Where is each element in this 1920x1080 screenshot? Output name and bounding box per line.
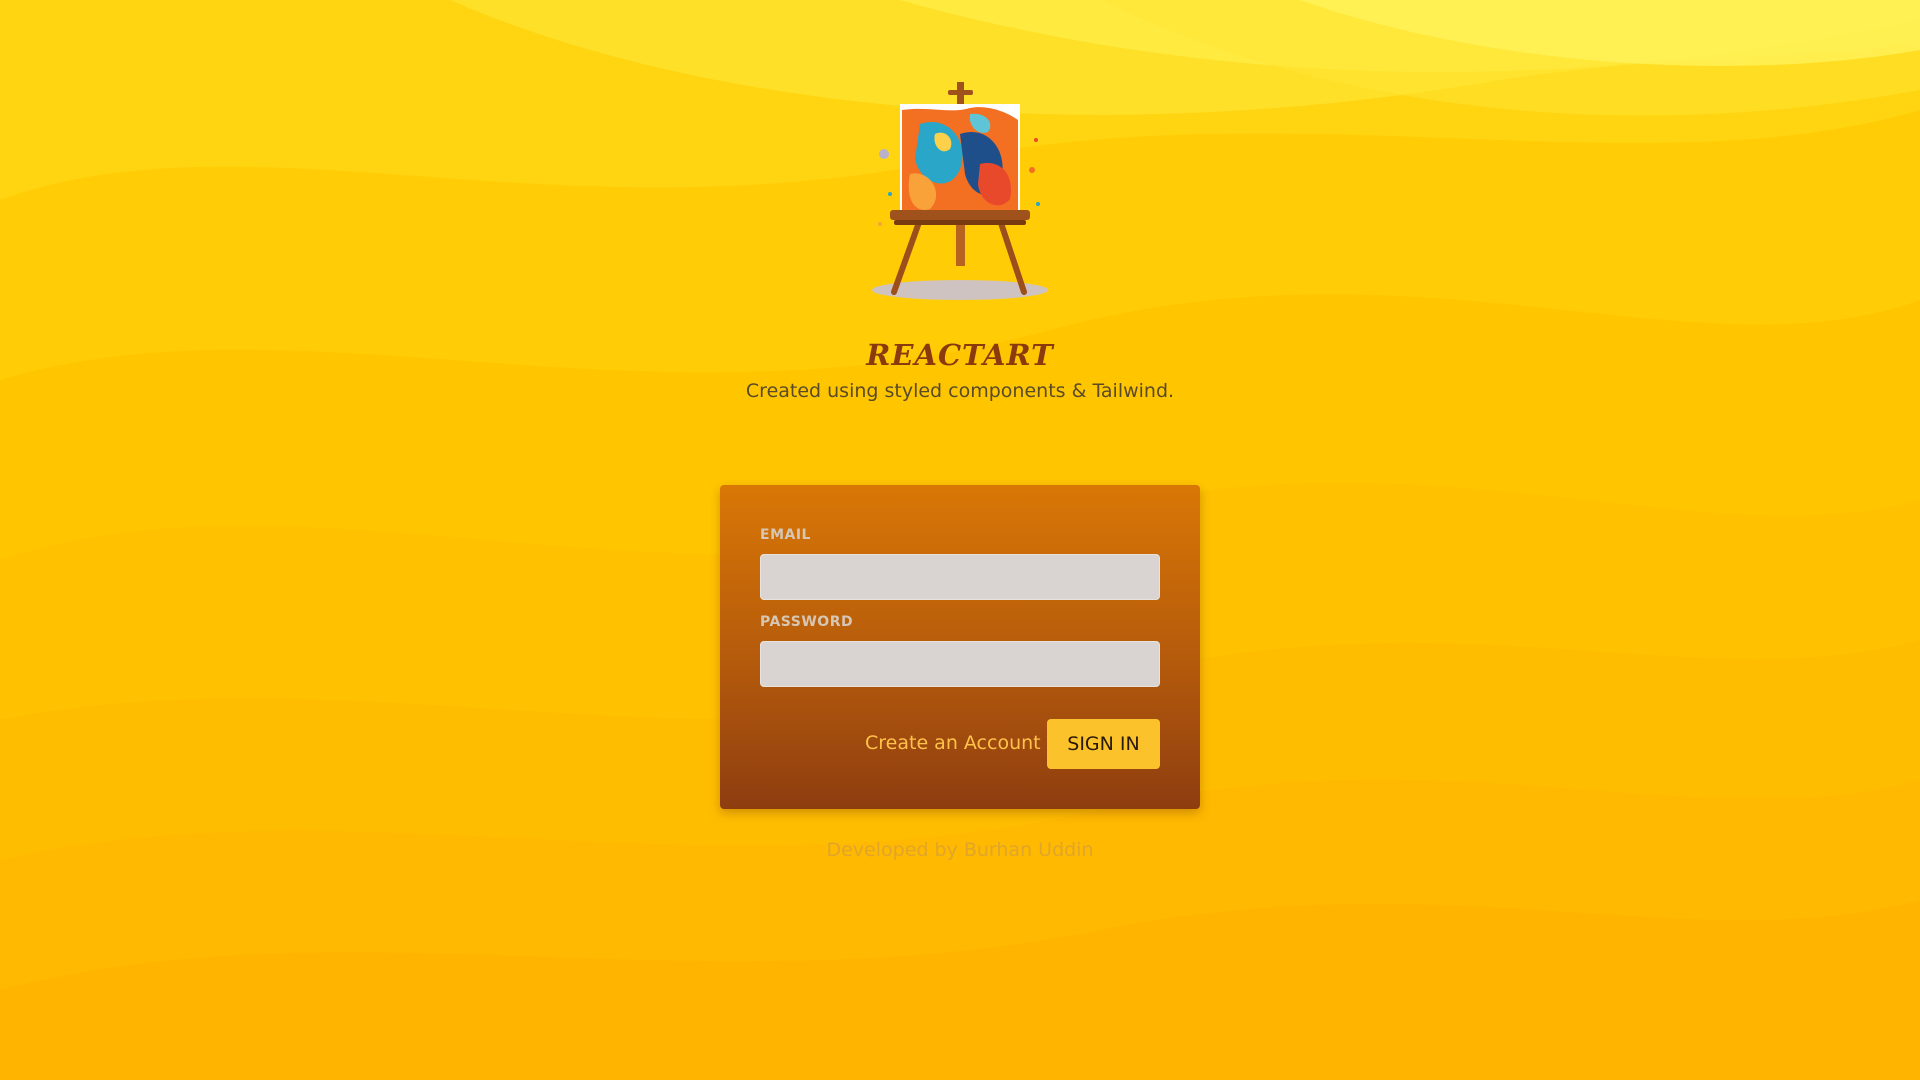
app-tagline: Created using styled components & Tailwi… [745, 380, 1175, 402]
developer-credit: Developed by Burhan Uddin [826, 839, 1094, 861]
sign-in-button[interactable]: SIGN IN [1047, 719, 1160, 769]
easel-painting-icon [872, 82, 1048, 300]
create-account-link[interactable]: Create an Account [865, 732, 1041, 754]
email-label: EMAIL [760, 527, 811, 543]
password-label: PASSWORD [760, 614, 854, 630]
login-card: EMAIL PASSWORD Create an Account SIGN IN [720, 485, 1200, 809]
login-page: REACTART Created using styled components… [0, 0, 1920, 1080]
app-name: REACTART [866, 338, 1054, 372]
email-field[interactable] [760, 554, 1160, 600]
password-field[interactable] [760, 641, 1160, 687]
